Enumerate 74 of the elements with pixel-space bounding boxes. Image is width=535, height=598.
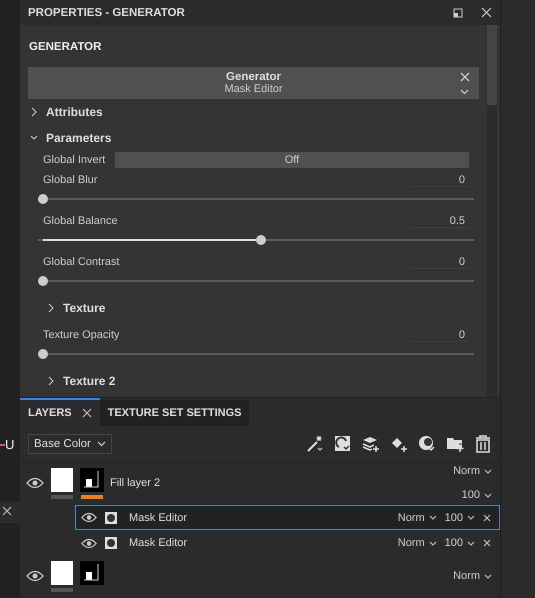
- eye-icon[interactable]: [26, 570, 44, 582]
- mask-icon: [105, 537, 117, 550]
- layer-row[interactable]: Norm: [20, 556, 500, 598]
- close-icon[interactable]: [483, 514, 491, 522]
- chevron-right-icon: [30, 107, 38, 118]
- group-toggle[interactable]: Texture 2: [28, 365, 479, 398]
- panel-tab[interactable]: TEXTURE SET SETTINGS: [100, 400, 250, 426]
- add-mask-icon[interactable]: [418, 435, 436, 454]
- close-icon[interactable]: [2, 506, 12, 516]
- parameter-label: Global Invert: [43, 154, 106, 166]
- generator-selector[interactable]: Generator Mask Editor: [28, 67, 479, 100]
- layer-name: Fill layer 2: [110, 477, 160, 490]
- opacity-dropdown[interactable]: 100: [444, 512, 475, 524]
- chevron-down-icon: [467, 540, 475, 546]
- chevron-down-icon: [484, 492, 492, 498]
- value-field[interactable]: 0.5: [409, 215, 469, 228]
- close-icon[interactable]: [483, 539, 491, 548]
- fill-thumbnail: [51, 468, 73, 492]
- chevron-down-icon: [96, 441, 106, 448]
- mask-row[interactable]: Mask Editor Norm 100: [75, 530, 500, 556]
- chevron-down-icon: [428, 540, 437, 546]
- blend-mode-dropdown[interactable]: Norm: [453, 465, 492, 478]
- fill-thumbnail: [51, 560, 73, 585]
- chevron-right-icon: [47, 376, 55, 386]
- add-folder-icon[interactable]: [446, 435, 464, 454]
- blend-mode-dropdown[interactable]: Norm: [398, 537, 437, 550]
- close-icon[interactable]: [82, 408, 92, 418]
- opacity-dropdown[interactable]: 100: [462, 489, 492, 502]
- parameter-label: Texture Opacity: [43, 329, 120, 342]
- chevron-down-icon: [467, 515, 475, 520]
- value-field[interactable]: 0: [409, 329, 469, 342]
- slider-thumb[interactable]: [38, 194, 48, 204]
- mask-thumbnail: [80, 560, 104, 585]
- magic-wand-icon[interactable]: [306, 435, 324, 454]
- chevron-down-icon: [484, 468, 492, 474]
- section-heading: GENERATOR: [28, 40, 102, 56]
- slider-thumb[interactable]: [38, 276, 48, 286]
- section-toggle[interactable]: Attributes: [28, 99, 479, 126]
- close-icon[interactable]: [481, 7, 492, 18]
- eye-icon[interactable]: [81, 538, 97, 549]
- effect-name: Mask Editor: [129, 537, 188, 550]
- mask-icon: [105, 512, 117, 524]
- group-toggle[interactable]: Texture: [28, 292, 479, 324]
- section-toggle[interactable]: Parameters: [28, 125, 479, 152]
- slider-thumb[interactable]: [256, 235, 266, 246]
- fragment-text: U: [5, 437, 14, 452]
- chevron-down-icon: [460, 89, 469, 96]
- chevron-right-icon: [47, 303, 55, 314]
- value-field[interactable]: 0: [409, 174, 469, 188]
- mask-thumbnail: [80, 468, 104, 492]
- undock-icon[interactable]: [453, 8, 463, 18]
- value-field[interactable]: 0: [409, 256, 469, 270]
- slider-thumb[interactable]: [38, 349, 48, 360]
- channel-dropdown[interactable]: Base Color: [28, 434, 112, 454]
- add-layer-icon[interactable]: [362, 435, 380, 454]
- blend-mode-dropdown[interactable]: Norm: [453, 570, 492, 582]
- eye-icon[interactable]: [26, 477, 44, 490]
- eye-icon[interactable]: [81, 512, 97, 524]
- scrollbar-thumb[interactable]: [487, 25, 497, 106]
- chevron-down-icon: [484, 574, 492, 579]
- parameter-label: Global Balance: [43, 215, 118, 228]
- effect-name: Mask Editor: [129, 512, 188, 524]
- toggle-button[interactable]: Off: [115, 152, 469, 168]
- opacity-dropdown[interactable]: 100: [444, 537, 475, 550]
- blend-mode-dropdown[interactable]: Norm: [398, 512, 437, 524]
- trash-icon[interactable]: [474, 435, 492, 454]
- mask-row[interactable]: Mask Editor Norm 100: [75, 505, 500, 530]
- close-icon[interactable]: [460, 72, 470, 82]
- add-fill-icon[interactable]: [390, 435, 408, 454]
- chevron-down-icon: [428, 515, 437, 520]
- mask-icon[interactable]: [334, 435, 352, 454]
- parameter-label: Global Contrast: [43, 256, 120, 270]
- parameter-label: Global Blur: [43, 174, 98, 188]
- panel-title: PROPERTIES - GENERATOR: [28, 6, 186, 19]
